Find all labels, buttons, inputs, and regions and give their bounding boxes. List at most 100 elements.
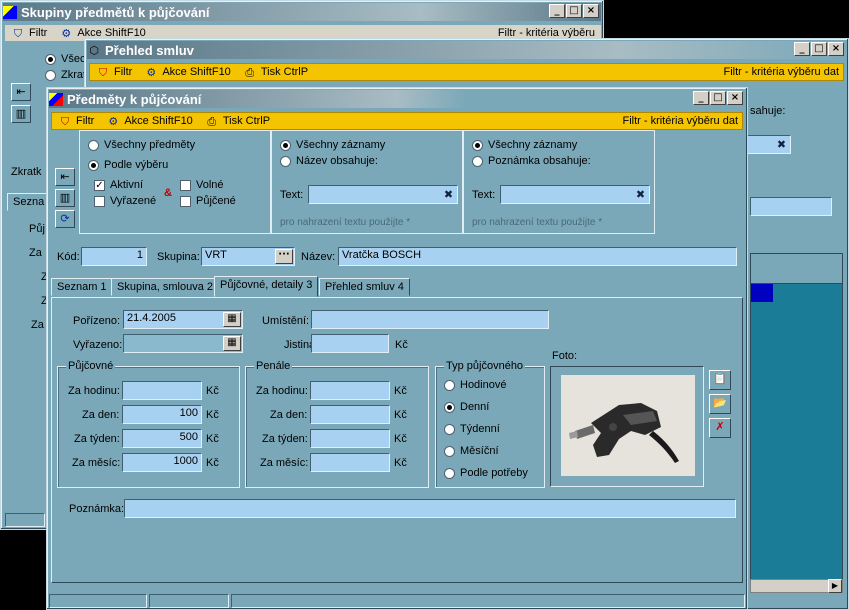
pujc-den-field[interactable]: 100 [122,405,202,424]
radio-icon [45,69,56,81]
tab-pujcovne-detaily[interactable]: Půjčovné, detaily 3 [214,276,319,297]
checkbox-pujcene[interactable]: Půjčené [180,195,236,207]
tab-prehled-smluv[interactable]: Přehled smluv 4 [319,278,410,296]
radio-vsechny[interactable]: Všec [45,53,85,65]
umisteni-field[interactable] [311,310,549,329]
photo-frame [550,366,704,487]
filtr-menu[interactable]: ⛉ Filtr [52,115,100,128]
checkbox-label: Aktivní [110,179,144,191]
tab-seznam[interactable]: Sezna [7,193,51,211]
first-record-button[interactable]: ⇤ [55,168,75,186]
minimize-button[interactable]: _ [549,4,565,18]
akce-menu[interactable]: ⚙ Akce ShiftF10 [100,115,198,128]
tab-seznam[interactable]: Seznam 1 [51,278,113,296]
filtr-menu[interactable]: ⛉ Filtr [90,66,138,79]
skupina-browse-button[interactable]: ··· [275,249,293,264]
radio-podle-vyberu[interactable]: Podle výběru [88,159,168,171]
titlebar-predmety[interactable]: Předměty k půjčování _ □ × [49,90,745,108]
checkbox-label: Volné [196,179,224,191]
vyrazeno-label: Vyřazeno: [73,339,123,351]
penale-den-field[interactable] [310,405,390,424]
app-icon: ⬡ [89,43,99,57]
radio-label: Hodinové [460,379,507,391]
scroll-right-button[interactable]: ▶ [828,579,842,593]
skupina-field[interactable]: VRT ··· [201,247,295,266]
calendar-icon[interactable]: ▦ [223,336,241,351]
titlebar-prehled[interactable]: ⬡ Přehled smluv _ □ × [87,41,846,59]
close-button[interactable]: × [727,91,743,105]
radio-vsechny-zaznamy[interactable]: Všechny záznamy [280,139,385,151]
tisk-menu[interactable]: ⎙ Tisk CtrlP [237,66,314,79]
text-field[interactable] [750,197,832,216]
minimize-button[interactable]: _ [693,91,709,105]
close-button[interactable]: × [583,4,599,18]
horizontal-scrollbar[interactable]: ▶ [750,579,843,593]
radio-poznamka-obsahuje[interactable]: Poznámka obsahuje: [472,155,591,167]
radio-label: Všechny předměty [104,139,196,151]
titlebar-skupiny[interactable]: Skupiny předmětů k půjčování _ □ × [3,3,601,21]
porizeno-date-field[interactable]: 21.4.2005 ▦ [123,310,243,329]
za-hodinu-label: Za hodinu: [68,385,120,397]
poznamka-field[interactable] [124,499,736,518]
radio-label: Denní [460,401,490,413]
nazev-search-input[interactable]: ✖ [308,185,458,204]
radio-denni[interactable]: Denní [444,401,489,413]
filter-icon: ⛉ [98,65,108,79]
columns-button[interactable]: ▥ [55,189,75,207]
checkbox-volne[interactable]: Volné [180,179,224,191]
pujc-mesic-field[interactable]: 1000 [122,453,202,472]
group-pujcovne: Půjčovné Za hodinu: Kč Za den: 100 Kč Za… [57,360,240,488]
pujc-hodinu-field[interactable] [122,381,202,400]
gears-icon: ⚙ [61,26,72,40]
kc-unit: Kč [395,339,408,351]
checkbox-vyrazene[interactable]: Vyřazené [94,195,156,207]
maximize-button[interactable]: □ [710,91,726,105]
open-folder-icon[interactable]: 📂 [709,394,731,414]
minimize-button[interactable]: _ [794,42,810,56]
tab-skupina-smlouva[interactable]: Skupina, smlouva 2 [111,278,219,296]
penale-tyden-field[interactable] [310,429,390,448]
radio-nazev-obsahuje[interactable]: Název obsahuje: [280,155,378,167]
radio-zkratka[interactable]: Zkrat [45,69,86,81]
filtr-menu[interactable]: ⛉ Filtr [5,27,53,40]
search-field[interactable]: ✖ [747,135,791,154]
close-button[interactable]: × [828,42,844,56]
grid-selected-cell[interactable] [751,284,773,302]
radio-icon [280,139,291,151]
clear-icon[interactable]: ✖ [441,187,456,202]
maximize-button[interactable]: □ [811,42,827,56]
calendar-icon[interactable]: ▦ [223,312,241,327]
clear-icon[interactable]: ✖ [774,137,789,152]
jistina-field[interactable] [311,334,389,353]
window-predmety[interactable]: Předměty k půjčování _ □ × ⛉ Filtr ⚙ Akce Sh… [46,87,748,610]
vyrazeno-date-field[interactable]: ▦ [123,334,243,353]
radio-vsechny-zaznamy-2[interactable]: Všechny záznamy [472,139,577,151]
paste-icon[interactable]: 📋 [709,370,731,390]
data-grid[interactable] [750,253,843,589]
side-button-columns[interactable]: ▥ [11,105,31,123]
checkbox-aktivni[interactable]: ✓ Aktivní [94,179,143,191]
pujc-tyden-field[interactable]: 500 [122,429,202,448]
radio-podle-potreby[interactable]: Podle potřeby [444,467,528,479]
penale-mesic-field[interactable] [310,453,390,472]
radio-tydenni[interactable]: Týdenní [444,423,500,435]
nazev-field[interactable]: Vratčka BOSCH [338,247,737,266]
akce-menu[interactable]: ⚙ Akce ShiftF10 [138,66,236,79]
filter-panel-poznamka: Všechny záznamy Poznámka obsahuje: Text:… [463,130,655,234]
side-button-first[interactable]: ⇤ [11,83,31,101]
poznamka-search-input[interactable]: ✖ [500,185,650,204]
radio-label: Název obsahuje: [296,155,378,167]
za-den-label: Za den: [270,409,308,421]
tisk-menu[interactable]: ⎙ Tisk CtrlP [199,115,276,128]
maximize-button[interactable]: □ [566,4,582,18]
penale-hodinu-field[interactable] [310,381,390,400]
delete-icon[interactable]: ✗ [709,418,731,438]
radio-icon [88,159,99,171]
printer-icon: ⎙ [207,114,217,128]
radio-vsechny-predmety[interactable]: Všechny předměty [88,139,195,151]
refresh-button[interactable]: ⟳ [55,210,75,228]
radio-hodinove[interactable]: Hodinové [444,379,506,391]
radio-mesicni[interactable]: Měsíční [444,445,499,457]
kod-field[interactable]: 1 [81,247,147,266]
clear-icon[interactable]: ✖ [633,187,648,202]
